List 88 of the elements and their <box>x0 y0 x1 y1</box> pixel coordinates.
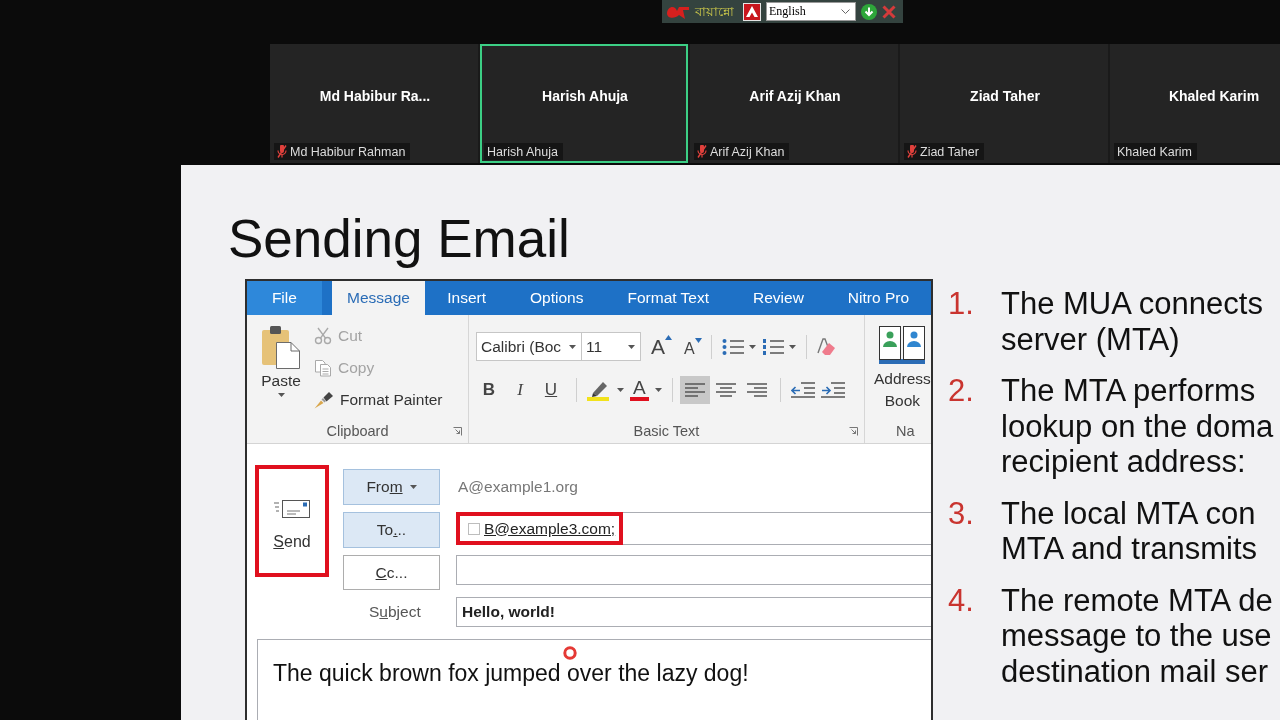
participant-name: Arif Azij Khan <box>749 87 841 104</box>
ribbon-tab[interactable]: File <box>247 281 322 315</box>
ribbon-tab[interactable]: Format Text <box>605 281 731 315</box>
close-icon[interactable] <box>882 4 896 19</box>
address-book-icon <box>878 325 927 365</box>
copy-icon <box>314 359 332 377</box>
ribbon-tab[interactable]: Review <box>731 281 826 315</box>
eraser-icon <box>815 336 836 357</box>
clipboard-icon <box>262 325 300 369</box>
underline-button[interactable]: U <box>538 376 564 404</box>
envelope-icon <box>274 499 310 519</box>
subject-label: Subject <box>369 603 421 621</box>
message-body-field[interactable]: The quick brown fox jumped over the lazy dog! <box>257 639 931 720</box>
group-label: Basic Text <box>633 423 700 439</box>
subject-field[interactable]: Hello, world! <box>456 597 931 627</box>
participant-name: Khaled Karim <box>1168 87 1260 104</box>
numbered-list-icon <box>761 337 784 356</box>
participant-name: Ziad Taher <box>970 87 1040 104</box>
app-logo-icon[interactable] <box>743 2 761 21</box>
highlighter-icon <box>587 379 611 401</box>
recipient-chip[interactable]: B@example3.com; <box>456 512 624 545</box>
participant-label: Harish Ahuja <box>487 144 558 159</box>
caret-icon <box>277 393 285 397</box>
bulleted-list-icon <box>721 337 744 356</box>
participant-label: Md Habibur Rahman <box>290 144 406 159</box>
step-number: 2. <box>948 373 975 410</box>
outdent-icon <box>790 382 815 398</box>
step-text: The MUA connects server (MTA) <box>1001 286 1263 357</box>
step-number: 4. <box>948 582 975 620</box>
shrink-font-button[interactable]: A <box>682 337 704 360</box>
step-text: The local MTA con MTA and transmits <box>1001 495 1258 567</box>
ribbon-tab[interactable]: Insert <box>425 281 509 315</box>
caret-icon <box>654 388 662 392</box>
up-triangle-icon <box>665 334 672 340</box>
ribbon-tab[interactable]: Options <box>508 281 606 315</box>
font-size-dropdown[interactable]: 11 <box>582 332 641 361</box>
ribbon-tab[interactable]: Nitro Pro <box>825 281 931 315</box>
to-field[interactable]: B@example3.com; <box>456 512 931 545</box>
paintbrush-icon <box>314 391 334 409</box>
step-number: 3. <box>948 495 975 533</box>
step-text: The remote MTA de message to the use destination mail ser <box>1001 582 1273 689</box>
participant-label: Khaled Karim <box>1117 144 1193 159</box>
caret-icon <box>617 388 624 392</box>
indent-icon <box>820 382 845 398</box>
step-number: 1. <box>948 286 975 323</box>
down-arrow-circle-icon[interactable] <box>861 3 877 20</box>
scissors-icon <box>314 327 332 345</box>
down-triangle-icon <box>694 337 702 343</box>
align-lines-icon <box>715 383 736 397</box>
format-painter-button[interactable]: Format Painter <box>314 389 443 411</box>
align-lines-icon <box>684 383 705 397</box>
ribbon-tab[interactable]: Message <box>331 281 426 315</box>
font-name-dropdown[interactable]: Calibri (Boc <box>476 332 582 361</box>
language-dropdown[interactable]: English <box>766 2 856 21</box>
italic-button[interactable]: I <box>507 376 533 404</box>
sender-address: A@example1.org <box>458 478 578 496</box>
grow-font-button[interactable]: A <box>649 334 674 359</box>
slide-title: Sending Email <box>228 208 571 269</box>
caret-icon <box>788 344 796 349</box>
message-text: The quick brown fox jumped over the lazy dog! <box>273 661 749 685</box>
cc-button[interactable]: Cc... <box>343 555 440 590</box>
participant-label: Ziad Taher <box>920 144 979 159</box>
cursor-highlight-icon <box>563 646 577 660</box>
participant-name: Harish Ahuja <box>542 87 628 104</box>
font-color-button[interactable]: A <box>627 376 665 404</box>
bold-button[interactable]: B <box>476 376 502 404</box>
from-button[interactable]: From <box>343 469 440 505</box>
participant-name: Md Habibur Ra... <box>319 87 431 104</box>
caret-icon <box>748 344 756 349</box>
participant-label: Arif Azij Khan <box>710 144 785 159</box>
keyboard-name: বায়ান্নো <box>695 3 734 20</box>
dialog-launcher-icon[interactable] <box>453 426 462 436</box>
chevron-down-icon <box>841 9 850 14</box>
caret-icon <box>628 344 635 349</box>
send-button[interactable]: Send <box>255 465 329 577</box>
group-label: Na <box>896 423 915 439</box>
caret-icon <box>409 485 417 489</box>
group-label: Clipboard <box>326 423 389 439</box>
to-button[interactable]: To... <box>343 512 440 548</box>
step-text: The MTA performs lookup on the doma recipient address: <box>1001 373 1274 480</box>
cc-field[interactable] <box>456 555 931 585</box>
caret-icon <box>569 344 576 349</box>
paste-button[interactable]: Paste <box>257 325 305 421</box>
checkbox-icon <box>468 522 480 535</box>
address-book-button[interactable]: Address Book <box>874 325 931 421</box>
align-left-button[interactable] <box>679 376 710 404</box>
align-lines-icon <box>746 383 767 397</box>
dialog-launcher-icon[interactable] <box>849 426 858 436</box>
